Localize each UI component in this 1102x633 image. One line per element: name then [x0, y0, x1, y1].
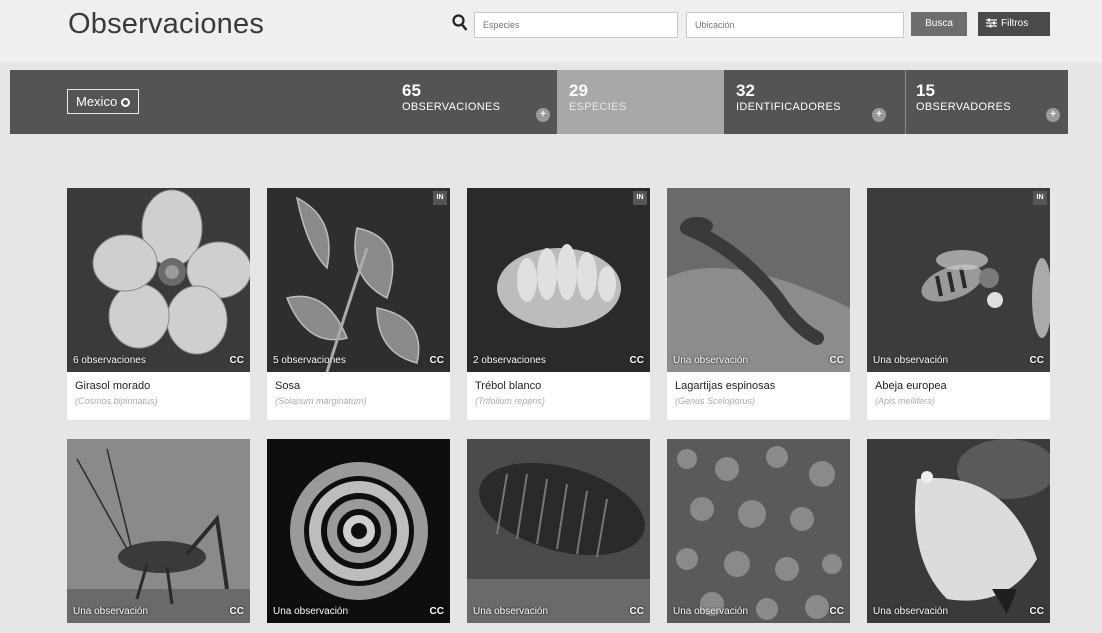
- introduced-badge: IN: [633, 191, 647, 205]
- species-card[interactable]: Una observación CC: [667, 439, 850, 623]
- stat-observations[interactable]: 65 OBSERVACIONES +: [402, 70, 558, 134]
- license-badge: CC: [429, 606, 444, 617]
- stats-bar: Mexico 65 OBSERVACIONES + 29 ESPECIES 32…: [10, 70, 1068, 134]
- observations-count: 65: [402, 81, 421, 100]
- license-badge: CC: [629, 606, 644, 617]
- scientific-name: (Genus Sceloporus): [675, 396, 756, 406]
- observers-expand-icon[interactable]: +: [1046, 108, 1060, 122]
- license-badge: CC: [229, 606, 244, 617]
- stat-species[interactable]: 29 ESPECIES: [557, 70, 724, 134]
- stat-identifiers[interactable]: 32 IDENTIFICADORES +: [736, 70, 892, 134]
- photo-millipede: [267, 439, 450, 623]
- license-badge: CC: [629, 355, 644, 366]
- license-badge: CC: [1029, 355, 1044, 366]
- species-search-input[interactable]: [474, 12, 678, 38]
- identifiers-label: IDENTIFICADORES: [736, 101, 841, 113]
- common-name[interactable]: Lagartijas espinosas: [675, 380, 842, 392]
- species-photo[interactable]: Una observación CC: [67, 439, 250, 623]
- species-card[interactable]: Una observación CC: [67, 439, 250, 623]
- photo-cosmos-flower: [67, 188, 250, 372]
- license-badge: CC: [829, 606, 844, 617]
- scientific-name: (Solanum marginatum): [275, 396, 367, 406]
- observation-count: Una observación: [273, 606, 349, 617]
- species-card[interactable]: 6 observaciones CC Girasol morado (Cosmo…: [67, 188, 250, 420]
- species-label: ESPECIES: [569, 101, 627, 113]
- stat-observers[interactable]: 15 OBSERVADORES +: [905, 70, 1070, 134]
- species-photo[interactable]: Una observación CC: [867, 439, 1050, 623]
- species-card[interactable]: IN 5 observaciones CC Sosa (Solanum marg…: [267, 188, 450, 420]
- observation-count: 2 observaciones: [473, 355, 546, 366]
- place-chip-label: Mexico: [76, 94, 118, 109]
- species-card[interactable]: Una observación CC Lagartijas espinosas …: [667, 188, 850, 420]
- filters-icon: [986, 18, 997, 28]
- remove-place-icon[interactable]: [121, 97, 131, 107]
- photo-isopod: [467, 439, 650, 623]
- observers-count: 15: [916, 81, 935, 100]
- identifiers-expand-icon[interactable]: +: [872, 108, 886, 122]
- scientific-name: (Trifolium repens): [475, 396, 545, 406]
- observation-count: Una observación: [73, 606, 149, 617]
- photo-honeybee: [867, 188, 1050, 372]
- scientific-name: (Cosmos bipinnatus): [75, 396, 158, 406]
- photo-clover-flower: [467, 188, 650, 372]
- species-photo[interactable]: Una observación CC: [667, 439, 850, 623]
- common-name[interactable]: Sosa: [275, 380, 442, 392]
- photo-katydid: [67, 439, 250, 623]
- species-photo[interactable]: IN Una observación CC: [867, 188, 1050, 372]
- species-count: 29: [569, 81, 588, 100]
- observation-count: Una observación: [673, 606, 749, 617]
- species-photo[interactable]: IN 2 observaciones CC: [467, 188, 650, 372]
- species-photo[interactable]: Una observación CC: [267, 439, 450, 623]
- observation-count: Una observación: [873, 606, 949, 617]
- filters-button[interactable]: Filtros: [978, 12, 1050, 36]
- species-card[interactable]: Una observación CC: [867, 439, 1050, 623]
- header: Observaciones Busca Filtros: [0, 0, 1102, 62]
- photo-solanum-plant: [267, 188, 450, 372]
- location-input[interactable]: [686, 12, 904, 38]
- place-filter-chip[interactable]: Mexico: [67, 89, 140, 114]
- common-name[interactable]: Girasol morado: [75, 380, 242, 392]
- filters-label: Filtros: [1001, 18, 1029, 29]
- species-photo[interactable]: Una observación CC: [467, 439, 650, 623]
- license-badge: CC: [429, 355, 444, 366]
- photo-moss: [667, 439, 850, 623]
- common-name[interactable]: Abeja europea: [875, 380, 1042, 392]
- identifiers-count: 32: [736, 81, 755, 100]
- observation-count: 6 observaciones: [73, 355, 146, 366]
- scientific-name: (Apis mellifera): [875, 396, 936, 406]
- introduced-badge: IN: [433, 191, 447, 205]
- observation-count: 5 observaciones: [273, 355, 346, 366]
- license-badge: CC: [229, 355, 244, 366]
- species-card[interactable]: Una observación CC: [267, 439, 450, 623]
- license-badge: CC: [829, 355, 844, 366]
- species-photo[interactable]: 6 observaciones CC: [67, 188, 250, 372]
- species-photo[interactable]: Una observación CC: [667, 188, 850, 372]
- observation-count: Una observación: [873, 355, 949, 366]
- photo-spiny-lizard: [667, 188, 850, 372]
- observation-count: Una observación: [673, 355, 749, 366]
- species-photo[interactable]: IN 5 observaciones CC: [267, 188, 450, 372]
- photo-butterfly: [867, 439, 1050, 623]
- species-card[interactable]: IN 2 observaciones CC Trébol blanco (Tri…: [467, 188, 650, 420]
- search-icon[interactable]: [452, 14, 468, 32]
- license-badge: CC: [1029, 606, 1044, 617]
- page-title: Observaciones: [68, 8, 265, 40]
- species-card[interactable]: Una observación CC: [467, 439, 650, 623]
- observations-expand-icon[interactable]: +: [536, 108, 550, 122]
- search-button[interactable]: Busca: [911, 12, 967, 36]
- observation-count: Una observación: [473, 606, 549, 617]
- observations-label: OBSERVACIONES: [402, 101, 501, 113]
- common-name[interactable]: Trébol blanco: [475, 380, 642, 392]
- species-card[interactable]: IN Una observación CC Abeja europea (Api…: [867, 188, 1050, 420]
- introduced-badge: IN: [1033, 191, 1047, 205]
